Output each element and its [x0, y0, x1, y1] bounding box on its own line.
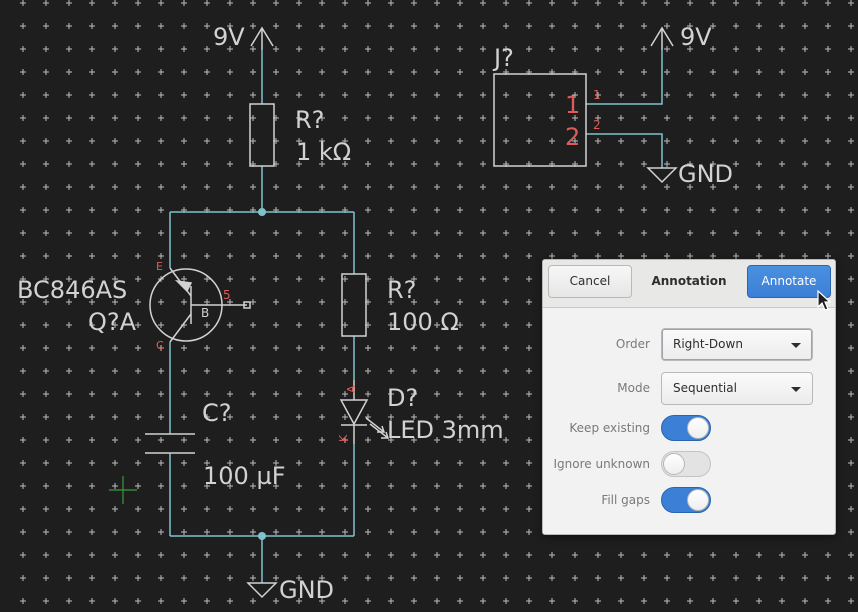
chevron-down-icon — [791, 387, 801, 392]
ground-icon — [246, 582, 278, 599]
connector-pin2-number: 2 — [593, 118, 601, 132]
mode-value: Sequential — [673, 381, 737, 395]
transistor-ref: Q?A — [88, 308, 137, 336]
resistor-r2-body[interactable] — [341, 273, 367, 337]
resistor-r2-value: 100 Ω — [387, 308, 459, 336]
connector-ref: J? — [492, 44, 514, 72]
resistor-r1-body[interactable] — [249, 103, 275, 167]
fill-gaps-toggle[interactable] — [661, 487, 711, 513]
resistor-r2-ref: R? — [387, 276, 416, 304]
keep-existing-toggle[interactable] — [661, 415, 711, 441]
power-label-9v: 9V — [680, 23, 712, 51]
junction-dot — [258, 532, 266, 540]
transistor-pin-5: 5 — [223, 288, 231, 302]
resistor-r1-value: 1 kΩ — [296, 138, 351, 166]
led-pin-a: A — [345, 385, 358, 393]
power-arrow-icon — [650, 26, 674, 50]
transistor-pin-c: C — [156, 339, 164, 352]
junction-dot — [258, 208, 266, 216]
dialog-title: Annotation — [651, 274, 727, 288]
transistor-symbol[interactable] — [149, 267, 251, 343]
ground-icon — [646, 167, 678, 184]
led-pin-k: K — [337, 434, 350, 442]
transistor-pin-e: E — [156, 260, 163, 273]
mouse-pointer-icon — [817, 290, 832, 311]
ignore-unknown-label: Ignore unknown — [553, 457, 651, 471]
led-ref: D? — [387, 384, 418, 412]
transistor-part: BC846AS — [17, 276, 127, 304]
capacitor-value: 100 µF — [203, 462, 286, 490]
cancel-button[interactable]: Cancel — [548, 265, 632, 298]
toggle-knob — [687, 489, 709, 511]
led-value: LED 3mm — [387, 416, 504, 444]
crosshair-cursor-icon — [109, 476, 137, 504]
dialog-header: Cancel Annotation Annotate — [543, 260, 835, 308]
toggle-knob — [663, 453, 685, 475]
connector-pin2-name: 2 — [565, 123, 580, 151]
fill-gaps-label: Fill gaps — [601, 493, 650, 507]
order-label: Order — [615, 337, 650, 351]
connector-pin1-number: 1 — [593, 88, 601, 102]
power-arrow-icon — [250, 26, 274, 50]
order-value: Right-Down — [673, 337, 743, 351]
ground-label: GND — [279, 576, 334, 604]
wire — [586, 133, 663, 168]
resistor-r1-ref: R? — [295, 106, 324, 134]
capacitor-ref: C? — [202, 399, 232, 427]
connector-pin1-name: 1 — [565, 91, 580, 119]
toggle-knob — [687, 417, 709, 439]
connector-body[interactable] — [493, 73, 587, 167]
order-dropdown[interactable]: Right-Down — [661, 328, 813, 361]
power-label-9v: 9V — [213, 23, 245, 51]
transistor-pin-b: B — [201, 306, 209, 320]
capacitor-symbol[interactable] — [145, 433, 195, 454]
mode-label: Mode — [617, 381, 650, 395]
annotation-dialog: Cancel Annotation Annotate Order Right-D… — [542, 259, 836, 535]
mode-dropdown[interactable]: Sequential — [661, 372, 813, 405]
ignore-unknown-toggle[interactable] — [661, 451, 711, 477]
chevron-down-icon — [791, 343, 801, 348]
ground-label: GND — [678, 160, 733, 188]
keep-existing-label: Keep existing — [569, 421, 650, 435]
